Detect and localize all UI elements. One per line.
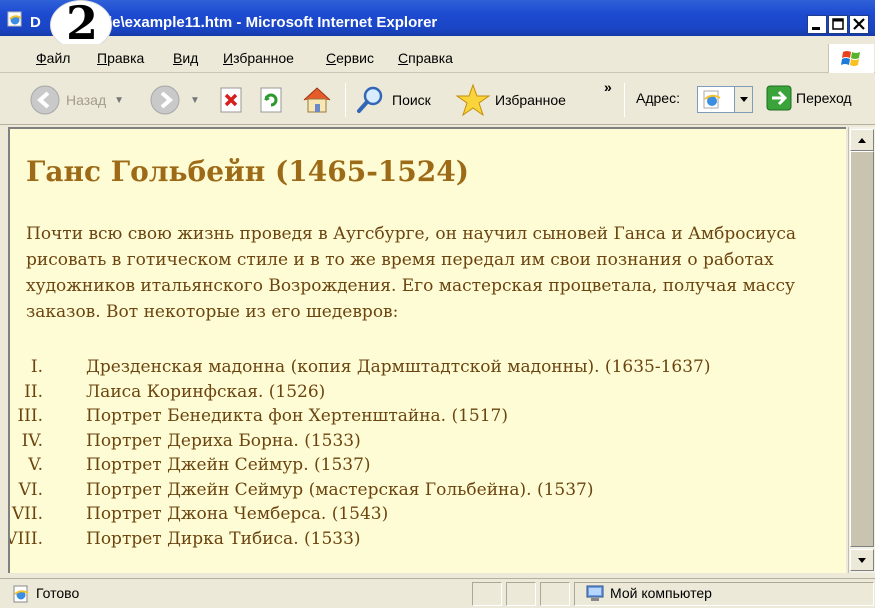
- list-text: Портрет Джейн Сеймур (мастерская Гольбей…: [86, 479, 594, 500]
- title-prefix: D: [30, 14, 41, 31]
- status-bar: Готово Мой компьютер: [0, 578, 875, 608]
- page-content[interactable]: Ганс Гольбейн (1465-1524) Почти всю свою…: [8, 127, 846, 573]
- page-done-icon: [13, 585, 29, 603]
- back-button[interactable]: Назад ▼: [28, 83, 124, 117]
- home-button[interactable]: [300, 84, 334, 116]
- menu-edit[interactable]: Правка: [97, 50, 144, 66]
- back-dropdown-icon[interactable]: ▼: [114, 95, 124, 106]
- list-item: VI. Портрет Джейн Сеймур (мастерская Голь…: [10, 478, 810, 503]
- status-panel: [472, 582, 502, 606]
- chevron-down-icon: [739, 96, 748, 102]
- back-label: Назад: [66, 92, 107, 108]
- step-number: 2: [66, 0, 99, 50]
- minimize-button[interactable]: [807, 15, 827, 34]
- home-icon: [303, 87, 331, 113]
- maximize-button[interactable]: [828, 15, 848, 34]
- list-text: Портрет Дирка Тибиса. (1533): [86, 528, 361, 549]
- close-icon: [853, 18, 865, 30]
- list-number: VI.: [18, 479, 43, 500]
- list-number: IV.: [21, 430, 43, 451]
- forward-arrow-icon: [150, 85, 180, 115]
- scroll-down-button[interactable]: [850, 549, 874, 571]
- refresh-icon: [260, 87, 282, 113]
- intro-paragraph: Почти всю свою жизнь проведя в Аугсбурге…: [26, 224, 797, 322]
- scroll-up-button[interactable]: [850, 129, 874, 151]
- address-label: Адрес:: [636, 90, 680, 106]
- back-arrow-icon: [30, 85, 60, 115]
- minimize-icon: [812, 27, 820, 30]
- star-icon: [455, 83, 491, 117]
- refresh-button[interactable]: [257, 85, 287, 115]
- list-item: II. Лаиса Коринфская. (1526): [10, 380, 810, 405]
- go-label: Переход: [796, 90, 852, 106]
- favorites-label: Избранное: [495, 92, 566, 108]
- menu-help[interactable]: Справка: [398, 50, 453, 66]
- page-heading: Ганс Гольбейн (1465-1524): [26, 155, 469, 188]
- favorites-button[interactable]: Избранное: [455, 83, 566, 117]
- go-arrow-icon: [766, 85, 792, 111]
- toolbar-separator: [345, 83, 346, 117]
- list-text: Дрезденская мадонна (копия Дармштадтской…: [86, 357, 711, 377]
- list-number: VII.: [11, 504, 43, 524]
- menu-bar: Файл Правка Вид Избранное Сервис Справка: [0, 44, 875, 73]
- status-panel: [506, 582, 536, 606]
- list-item: III. Портрет Бенедикта фон Хертенштайна. …: [10, 404, 810, 429]
- menu-favorites[interactable]: Избранное: [223, 50, 294, 66]
- windows-flag-icon: [841, 51, 860, 66]
- forward-button[interactable]: ▼: [148, 83, 200, 117]
- list-item: VIII. Портрет Дирка Тибиса. (1533): [10, 527, 810, 552]
- list-item: IV. Портрет Дериха Борна. (1533): [10, 429, 810, 454]
- go-button[interactable]: Переход: [766, 85, 852, 111]
- list-item: V. Портрет Джейн Сеймур. (1537): [10, 453, 810, 478]
- address-dropdown-button[interactable]: [734, 87, 752, 112]
- list-item: I. Дрезденская мадонна (копия Дармштадтск…: [10, 355, 810, 380]
- menu-view[interactable]: Вид: [173, 50, 198, 66]
- search-label: Поиск: [392, 92, 431, 108]
- list-text: Лаиса Коринфская. (1526): [86, 381, 326, 402]
- title-main: ple\example11.htm - Microsoft Internet E…: [98, 14, 438, 31]
- list-text: Портрет Дериха Борна. (1533): [86, 430, 361, 451]
- my-computer-icon: [586, 585, 604, 601]
- arrow-up-icon: [858, 137, 866, 143]
- stop-button[interactable]: [217, 85, 247, 115]
- menu-tools[interactable]: Сервис: [326, 50, 374, 66]
- address-separator: [624, 83, 625, 117]
- forward-dropdown-icon[interactable]: ▼: [190, 95, 200, 106]
- stop-icon: [220, 87, 242, 113]
- list-text: Портрет Джона Чемберса. (1543): [86, 504, 389, 524]
- list-number: II.: [24, 381, 43, 402]
- scroll-thumb[interactable]: [850, 151, 874, 547]
- address-field[interactable]: [697, 86, 753, 113]
- search-icon: [357, 86, 383, 113]
- list-number: VIII.: [8, 528, 43, 549]
- ie-page-icon: [703, 90, 721, 109]
- ie-page-icon: [7, 11, 22, 27]
- zone-text: Мой компьютер: [610, 585, 712, 601]
- windows-logo: [828, 44, 874, 73]
- works-list: I. Дрезденская мадонна (копия Дармштадтск…: [10, 355, 810, 551]
- status-text: Готово: [36, 585, 80, 601]
- menu-file[interactable]: Файл: [36, 50, 70, 66]
- list-number: III.: [17, 406, 43, 426]
- maximize-icon: [832, 18, 844, 30]
- status-panel: [540, 582, 570, 606]
- search-button[interactable]: Поиск: [354, 84, 431, 116]
- list-number: I.: [30, 357, 43, 377]
- list-item: VII. Портрет Джона Чемберса. (1543): [10, 502, 810, 527]
- toolbar-overflow-chevron[interactable]: »: [604, 79, 612, 95]
- list-text: Портрет Бенедикта фон Хертенштайна. (151…: [86, 406, 509, 426]
- list-text: Портрет Джейн Сеймур. (1537): [86, 455, 371, 475]
- vertical-scrollbar[interactable]: [848, 127, 875, 573]
- arrow-down-icon: [858, 557, 866, 563]
- title-bar[interactable]: Dple\example11.htm - Microsoft Internet …: [0, 0, 875, 50]
- close-button[interactable]: [849, 15, 869, 34]
- list-number: V.: [28, 455, 43, 475]
